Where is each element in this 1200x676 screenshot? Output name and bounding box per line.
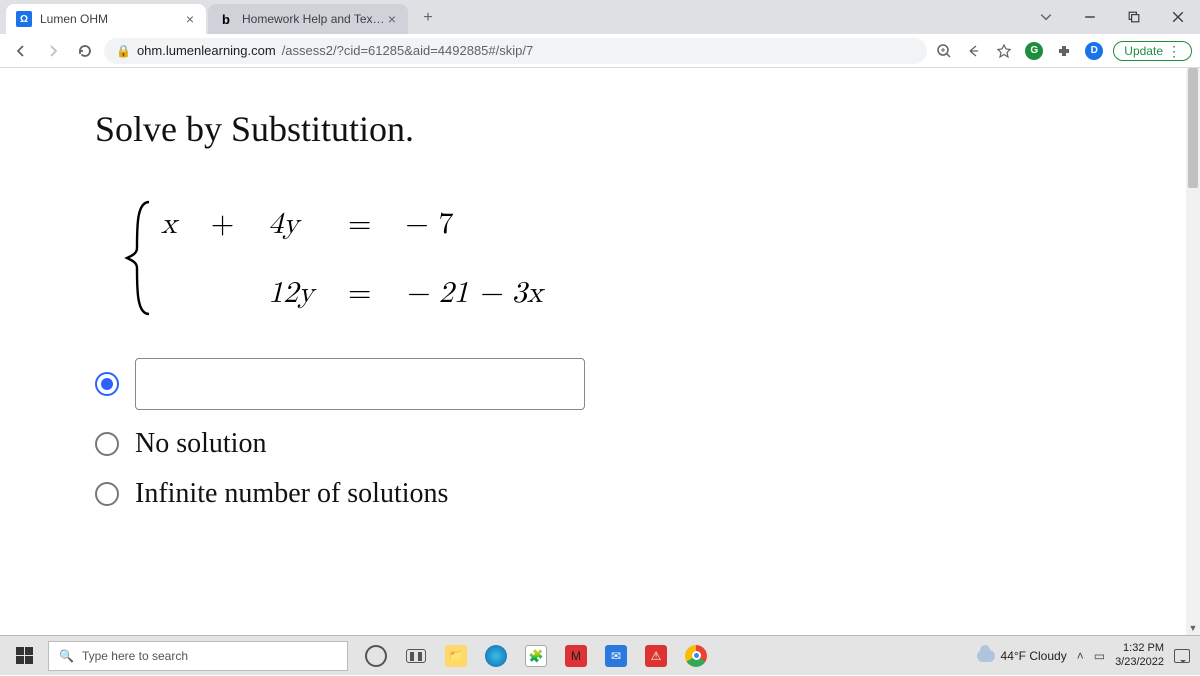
edge-icon[interactable] xyxy=(478,636,514,676)
radio-no-solution[interactable] xyxy=(95,432,119,456)
page-viewport: Solve by Substitution. x + 4y = − 7 12y … xyxy=(0,68,1186,635)
ms-store-icon[interactable]: 🧩 xyxy=(518,636,554,676)
share-icon[interactable] xyxy=(963,40,985,62)
close-icon[interactable]: × xyxy=(386,11,398,27)
eq2-term-12y: 12y xyxy=(268,275,314,311)
notifications-icon[interactable] xyxy=(1174,649,1190,663)
search-icon: 🔍 xyxy=(59,649,74,663)
forward-button[interactable] xyxy=(40,38,66,64)
browser-tabstrip: Ω Lumen OHM × b Homework Help and Textbo… xyxy=(0,0,1200,34)
question-title: Solve by Substitution. xyxy=(95,108,1186,150)
tab-title: Lumen OHM xyxy=(40,12,184,26)
url-domain: ohm.lumenlearning.com xyxy=(137,43,276,58)
date-text: 3/23/2022 xyxy=(1115,656,1164,669)
eq1-rhs: − 7 xyxy=(405,206,542,242)
eq1-term-4y: 4y xyxy=(268,206,314,242)
time-text: 1:32 PM xyxy=(1115,642,1164,655)
eq1-op: + xyxy=(211,206,234,242)
weather-text: 44°F Cloudy xyxy=(1001,649,1067,663)
radio-custom-answer[interactable] xyxy=(95,372,119,396)
url-path: /assess2/?cid=61285&aid=4492885#/skip/7 xyxy=(282,43,534,58)
window-controls xyxy=(1024,0,1200,34)
option-infinite-solutions: Infinite number of solutions xyxy=(95,478,1186,510)
app-red-icon[interactable]: M xyxy=(558,636,594,676)
update-button[interactable]: Update ⋮ xyxy=(1113,41,1192,61)
windows-taskbar: 🔍 Type here to search 📁 🧩 M ✉ ⚠ 44°F Clo… xyxy=(0,635,1200,675)
scroll-down-icon[interactable]: ▼ xyxy=(1186,621,1200,635)
label-no-solution: No solution xyxy=(135,428,266,460)
lock-icon: 🔒 xyxy=(116,44,131,58)
file-explorer-icon[interactable]: 📁 xyxy=(438,636,474,676)
bookmark-icon[interactable] xyxy=(993,40,1015,62)
extension-grammarly-icon[interactable]: G xyxy=(1023,40,1045,62)
vertical-scrollbar[interactable]: ▲ ▼ xyxy=(1186,68,1200,635)
eq1-term-x: x xyxy=(161,206,177,242)
tab-dropdown-icon[interactable] xyxy=(1024,0,1068,34)
answer-input[interactable] xyxy=(135,358,585,410)
address-bar: 🔒 ohm.lumenlearning.com/assess2/?cid=612… xyxy=(0,34,1200,68)
close-icon[interactable]: × xyxy=(184,11,196,27)
tab-homework-help[interactable]: b Homework Help and Textbook So × xyxy=(208,4,408,34)
cloud-icon xyxy=(977,650,995,662)
eq2-equals: = xyxy=(348,275,371,311)
favicon-lumen: Ω xyxy=(16,11,32,27)
close-window-button[interactable] xyxy=(1156,0,1200,34)
new-tab-button[interactable]: + xyxy=(414,4,442,32)
back-button[interactable] xyxy=(8,38,34,64)
scrollbar-thumb[interactable] xyxy=(1188,68,1198,188)
update-label: Update xyxy=(1124,44,1163,58)
chrome-icon[interactable] xyxy=(678,636,714,676)
battery-icon[interactable]: ▭ xyxy=(1094,649,1105,663)
minimize-button[interactable] xyxy=(1068,0,1112,34)
taskbar-search[interactable]: 🔍 Type here to search xyxy=(48,641,348,671)
menu-dots-icon: ⋮ xyxy=(1167,44,1181,58)
clock[interactable]: 1:32 PM 3/23/2022 xyxy=(1115,642,1164,668)
label-infinite-solutions: Infinite number of solutions xyxy=(135,478,448,510)
search-placeholder: Type here to search xyxy=(82,649,188,663)
eq2-rhs: − 21 − 3x xyxy=(405,275,542,311)
radio-infinite-solutions[interactable] xyxy=(95,482,119,506)
tab-title: Homework Help and Textbook So xyxy=(242,12,386,26)
option-custom-answer xyxy=(95,358,1186,410)
eq1-equals: = xyxy=(348,206,371,242)
reload-button[interactable] xyxy=(72,38,98,64)
task-view-icon[interactable] xyxy=(398,636,434,676)
answer-options: No solution Infinite number of solutions xyxy=(95,358,1186,510)
favicon-bartleby: b xyxy=(218,11,234,27)
security-icon[interactable]: ⚠ xyxy=(638,636,674,676)
equation-system: x + 4y = − 7 12y = − 21 − 3x xyxy=(121,198,1186,318)
cortana-icon[interactable] xyxy=(358,636,394,676)
option-no-solution: No solution xyxy=(95,428,1186,460)
left-brace-icon xyxy=(121,198,161,318)
windows-logo-icon xyxy=(16,647,33,664)
weather-widget[interactable]: 44°F Cloudy xyxy=(977,649,1067,663)
zoom-icon[interactable] xyxy=(933,40,955,62)
url-box[interactable]: 🔒 ohm.lumenlearning.com/assess2/?cid=612… xyxy=(104,38,927,64)
start-button[interactable] xyxy=(0,636,48,676)
maximize-button[interactable] xyxy=(1112,0,1156,34)
tray-expand-icon[interactable]: ˄ xyxy=(1077,649,1084,663)
extensions-icon[interactable] xyxy=(1053,40,1075,62)
profile-icon[interactable]: D xyxy=(1083,40,1105,62)
mail-icon[interactable]: ✉ xyxy=(598,636,634,676)
tab-lumen-ohm[interactable]: Ω Lumen OHM × xyxy=(6,4,206,34)
